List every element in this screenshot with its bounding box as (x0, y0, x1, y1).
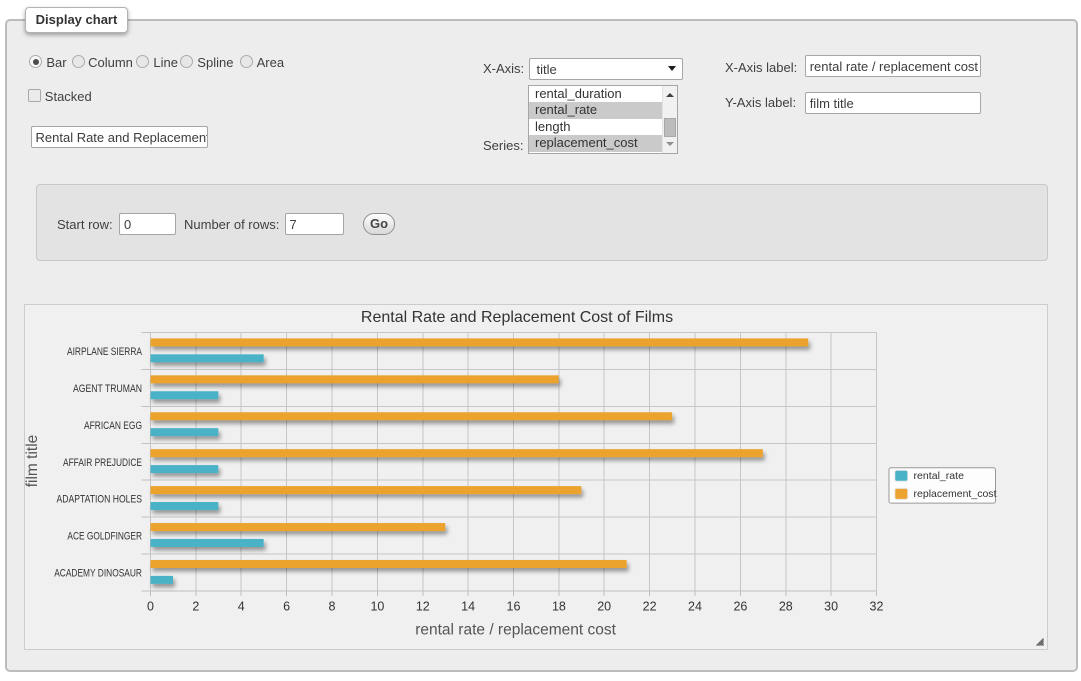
svg-text:ADAPTATION HOLES: ADAPTATION HOLES (57, 494, 143, 506)
svg-text:12: 12 (416, 600, 430, 614)
svg-text:20: 20 (597, 600, 611, 614)
svg-text:replacement_cost: replacement_cost (914, 488, 997, 500)
svg-text:24: 24 (688, 600, 702, 614)
svg-text:8: 8 (329, 600, 336, 614)
svg-text:2: 2 (192, 600, 199, 614)
svg-text:rental rate / replacement cost: rental rate / replacement cost (415, 622, 616, 639)
svg-text:ACADEMY DINOSAUR: ACADEMY DINOSAUR (54, 568, 142, 580)
svg-text:32: 32 (870, 600, 884, 614)
svg-text:4: 4 (238, 600, 245, 614)
svg-text:18: 18 (552, 600, 566, 614)
svg-text:16: 16 (507, 600, 521, 614)
svg-text:30: 30 (824, 600, 838, 614)
svg-text:AIRPLANE SIERRA: AIRPLANE SIERRA (67, 346, 143, 358)
svg-text:22: 22 (643, 600, 657, 614)
svg-text:AFRICAN EGG: AFRICAN EGG (84, 420, 142, 432)
svg-text:rental_rate: rental_rate (914, 470, 965, 482)
svg-text:AFFAIR PREJUDICE: AFFAIR PREJUDICE (63, 457, 142, 469)
svg-text:ACE GOLDFINGER: ACE GOLDFINGER (67, 531, 142, 543)
svg-text:14: 14 (461, 600, 475, 614)
svg-text:AGENT TRUMAN: AGENT TRUMAN (73, 383, 142, 395)
svg-text:Rental Rate and Replacement Co: Rental Rate and Replacement Cost of Film… (361, 309, 673, 326)
svg-text:10: 10 (370, 600, 384, 614)
svg-text:film title: film title (25, 435, 41, 488)
svg-text:26: 26 (733, 600, 747, 614)
svg-text:6: 6 (283, 600, 290, 614)
svg-text:28: 28 (779, 600, 793, 614)
svg-text:0: 0 (147, 600, 154, 614)
